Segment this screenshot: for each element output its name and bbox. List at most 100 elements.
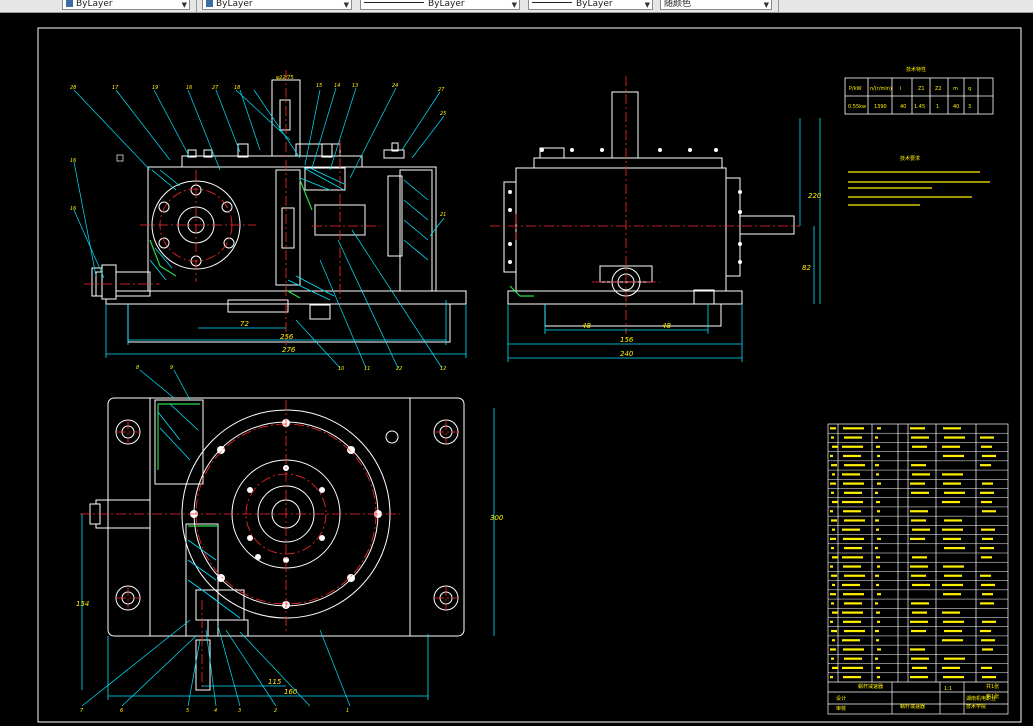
svg-text:共1张: 共1张	[986, 683, 999, 690]
svg-text:4: 4	[214, 708, 217, 714]
bom-cell-mark	[912, 445, 927, 448]
bom-cell-mark	[981, 583, 995, 587]
bom-cell-mark	[832, 556, 838, 559]
bom-cell-mark	[843, 537, 864, 540]
color-dropdown[interactable]: ByLayer ▼	[202, 0, 352, 10]
bom-cell-mark	[943, 454, 964, 458]
lineweight-dropdown[interactable]: ByLayer ▼	[528, 0, 653, 10]
svg-text:蜗杆减速器: 蜗杆减速器	[900, 703, 925, 710]
bom-cell-mark	[842, 639, 860, 642]
svg-text:P/kW: P/kW	[849, 86, 862, 92]
bom-cell-mark	[912, 556, 927, 559]
bom-cell-mark	[911, 629, 926, 633]
chevron-down-icon: ▼	[763, 1, 769, 9]
bom-cell-mark	[911, 519, 926, 522]
bom-cell-mark	[982, 454, 996, 458]
bom-cell-mark	[832, 445, 838, 448]
bom-cell-mark	[980, 464, 991, 467]
bom-cell-mark	[843, 454, 861, 458]
bom-cell-mark	[877, 676, 880, 679]
bom-cell-mark	[943, 482, 961, 485]
bom-cell-mark	[844, 547, 862, 550]
bom-cell-mark	[875, 547, 878, 550]
bom-cell-mark	[877, 454, 880, 458]
bom-cell-mark	[875, 629, 879, 633]
bom-cell-mark	[910, 648, 925, 651]
bom-cell-mark	[981, 500, 992, 504]
bom-cell-mark	[831, 547, 834, 550]
svg-text:21: 21	[440, 212, 446, 218]
svg-text:22: 22	[396, 366, 402, 372]
bom-cell-mark	[943, 593, 961, 596]
bom-cell-mark	[830, 593, 836, 596]
svg-text:12: 12	[440, 366, 446, 372]
bom-cell-mark	[832, 611, 838, 614]
bom-cell-mark	[942, 528, 963, 531]
bom-cell-mark	[982, 593, 993, 596]
bom-cell-mark	[875, 464, 879, 467]
bom-cell-mark	[875, 602, 878, 605]
bom-cell-mark	[876, 528, 879, 531]
svg-text:27: 27	[212, 85, 219, 91]
layer-color-icon	[66, 0, 73, 7]
chevron-down-icon: ▼	[511, 1, 517, 9]
bom-cell-mark	[842, 583, 860, 587]
bom-cell-mark	[842, 611, 863, 614]
svg-text:7: 7	[80, 708, 84, 714]
svg-text:154: 154	[76, 600, 89, 608]
svg-text:1390: 1390	[874, 104, 887, 110]
bom-cell-mark	[877, 510, 880, 513]
bom-cell-mark	[830, 454, 833, 458]
bom-cell-mark	[877, 620, 880, 623]
bom-cell-mark	[843, 620, 861, 623]
bom-cell-mark	[832, 500, 838, 504]
bom-cell-mark	[843, 593, 864, 596]
svg-text:2: 2	[274, 708, 277, 714]
bom-cell-mark	[911, 464, 926, 467]
bom-cell-mark	[876, 611, 880, 614]
plotstyle-dropdown[interactable]: 随颜色 ▼	[660, 0, 772, 10]
bom-cell-mark	[912, 583, 930, 587]
bom-cell-mark	[944, 519, 962, 522]
svg-text:220: 220	[808, 192, 822, 200]
bom-cell-mark	[912, 473, 930, 476]
svg-text:1: 1	[936, 104, 939, 110]
svg-text:240: 240	[620, 350, 634, 358]
bom-cell-mark	[911, 657, 929, 660]
svg-text:300: 300	[490, 514, 504, 522]
bom-cell-mark	[842, 445, 863, 448]
bom-cell-mark	[842, 473, 860, 476]
bom-cell-mark	[843, 565, 861, 568]
svg-text:15: 15	[316, 83, 322, 89]
chevron-down-icon: ▼	[181, 1, 187, 9]
svg-text:5: 5	[186, 708, 189, 714]
bom-cell-mark	[980, 547, 994, 550]
bom-cell-mark	[911, 436, 929, 439]
bom-cell-mark	[830, 510, 833, 513]
bom-cell-mark	[842, 500, 863, 504]
bom-cell-mark	[876, 583, 879, 587]
bom-cell-mark	[981, 556, 992, 559]
bom-cell-mark	[912, 611, 927, 614]
cad-drawing: 72 256 276 28 17 19 16 27 18 15 14 13 242725 2…	[37, 27, 1022, 723]
bom-cell-mark	[981, 445, 992, 448]
layer-dropdown[interactable]: ByLayer ▼	[62, 0, 190, 10]
linetype-dropdown[interactable]: ByLayer ▼	[360, 0, 520, 10]
bom-cell-mark	[830, 537, 836, 540]
bom-cell-mark	[942, 666, 960, 669]
bom-cell-mark	[943, 427, 961, 430]
bom-cell-mark	[844, 464, 865, 467]
bom-cell-mark	[910, 510, 928, 513]
bom-cell-mark	[943, 676, 964, 679]
svg-text:160: 160	[284, 688, 298, 696]
bom-cell-mark	[842, 666, 863, 669]
bom-cell-mark	[842, 556, 863, 559]
bom-cell-mark	[876, 639, 879, 642]
drawing-canvas[interactable]: 72 256 276 28 17 19 16 27 18 15 14 13 24 27 25 2…	[0, 13, 1033, 726]
svg-text:16: 16	[70, 158, 76, 164]
bom-cell-mark	[832, 639, 835, 642]
bom-cell-mark	[982, 482, 993, 485]
bom-cell-mark	[877, 427, 881, 430]
svg-text:16: 16	[70, 206, 76, 212]
side-view	[503, 91, 795, 327]
